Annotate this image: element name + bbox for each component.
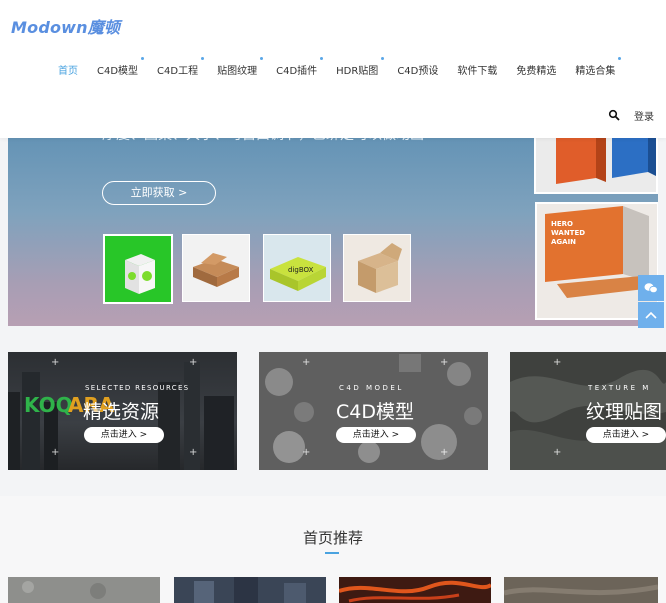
category-card-c4d-model[interactable]: + + + + C4D MODEL C4D模型 点击进入 > (259, 352, 488, 470)
hero-thumb[interactable]: digBOX (263, 234, 331, 302)
login-link[interactable]: 登录 (634, 108, 654, 123)
category-card-texture[interactable]: + + TEXTURE M 纹理贴图 点击进入 > (510, 352, 666, 470)
svg-text:WANTED: WANTED (551, 229, 585, 237)
nav-dropdown-dot (141, 57, 145, 60)
wechat-icon (644, 283, 658, 294)
enter-button[interactable]: 点击进入 > (84, 427, 164, 443)
nav-item-c4d-presets[interactable]: C4D预设 (397, 62, 438, 82)
recommended-thumb[interactable] (8, 577, 160, 603)
nav-item-software[interactable]: 软件下载 (457, 62, 497, 82)
product-box-image (193, 253, 239, 287)
chevron-up-icon (645, 311, 657, 319)
category-card-selected[interactable]: KOQ ARA + + + + SELECTED RESOURCES 精选资源 … (8, 352, 237, 470)
card-subtitle: C4D MODEL (339, 384, 404, 392)
recommended-section: 首页推荐 (0, 496, 666, 603)
card-title: 精选资源 (83, 401, 160, 423)
section-title: 首页推荐 (302, 529, 363, 547)
site-logo[interactable]: Modown魔顿 (11, 14, 120, 38)
wechat-float-button[interactable] (638, 275, 664, 301)
nav-dropdown-dot (618, 57, 622, 60)
hero-thumb[interactable] (103, 234, 173, 304)
category-cards: KOQ ARA + + + + SELECTED RESOURCES 精选资源 … (0, 352, 666, 472)
nav-item-home[interactable]: 首页 (58, 62, 78, 82)
svg-text:digBOX: digBOX (288, 266, 314, 274)
nav-item-hdr[interactable]: HDR贴图 (336, 57, 385, 82)
get-now-button[interactable]: 立即获取 > (102, 181, 216, 205)
nav-item-free[interactable]: 免费精选 (516, 62, 556, 82)
svg-text:AGAIN: AGAIN (551, 238, 576, 246)
recommended-thumb[interactable] (339, 577, 491, 603)
section-title-underline (325, 552, 339, 554)
card-subtitle: TEXTURE M (588, 384, 651, 392)
nav-item-collections[interactable]: 精选合集 (575, 57, 622, 82)
nav-item-c4d-project[interactable]: C4D工程 (157, 57, 205, 82)
nav-dropdown-dot (320, 57, 324, 60)
hero-thumb[interactable] (182, 234, 250, 302)
svg-text:HERO: HERO (551, 220, 573, 228)
enter-button[interactable]: 点击进入 > (586, 427, 666, 443)
nav-dropdown-dot (260, 57, 264, 60)
back-to-top-button[interactable] (638, 302, 664, 328)
nav-dropdown-dot (201, 57, 205, 60)
hero-thumb[interactable] (343, 234, 411, 302)
nav-dropdown-dot (381, 57, 385, 60)
fabric-texture-image (504, 577, 658, 603)
hero-banner: 厚度、图案、大小、可自由调节，已绑定可以做动画 立即获取 > digBOX (8, 120, 658, 326)
card-title: C4D模型 (336, 401, 414, 423)
recommended-thumb[interactable] (174, 577, 326, 603)
recommended-thumb[interactable] (504, 577, 658, 603)
nav-item-textures[interactable]: 贴图纹理 (217, 57, 264, 82)
svg-text:KOQ: KOQ (24, 393, 73, 417)
card-subtitle: SELECTED RESOURCES (85, 384, 190, 392)
product-box-image (358, 243, 402, 293)
main-nav: 首页 C4D模型 C4D工程 贴图纹理 C4D插件 HDR贴图 C4D预设 软件… (58, 57, 634, 82)
search-icon[interactable] (608, 109, 620, 121)
site-header: Modown魔顿 首页 C4D模型 C4D工程 贴图纹理 C4D插件 HDR贴图… (0, 0, 666, 138)
card-title: 纹理贴图 (586, 401, 663, 423)
enter-button[interactable]: 点击进入 > (336, 427, 416, 443)
building-image (174, 577, 326, 603)
nav-item-c4d-model[interactable]: C4D模型 (97, 57, 145, 82)
nav-item-c4d-plugins[interactable]: C4D插件 (276, 57, 324, 82)
lava-texture-image (339, 577, 491, 603)
concrete-texture-image (8, 577, 160, 603)
product-box-image: digBOX (270, 257, 326, 291)
product-box-image (125, 254, 155, 294)
